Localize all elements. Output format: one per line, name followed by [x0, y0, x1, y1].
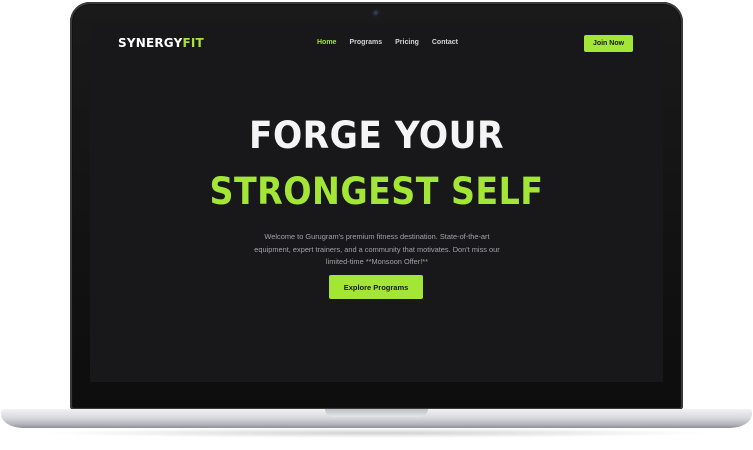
camera-icon — [373, 10, 380, 17]
hero-title-line-1: FORGE YOUR — [248, 114, 505, 157]
nav-contact-link[interactable]: Contact — [432, 39, 458, 46]
hero-description: Welcome to Gurugram's premium fitness de… — [254, 232, 500, 266]
hero-title-line-2: STRONGEST SELF — [209, 170, 544, 213]
join-now-button[interactable]: Join Now — [584, 35, 633, 52]
laptop-opening-notch — [325, 409, 428, 417]
nav-links: Home Programs Pricing Contact — [317, 39, 458, 46]
nav-pricing-link[interactable]: Pricing — [395, 39, 419, 46]
nav-home-link[interactable]: Home — [317, 39, 336, 46]
logo-text-primary: SYNERGY — [118, 36, 183, 50]
site-navbar: SYNERGYFIT Home Programs Pricing Contact… — [90, 24, 663, 64]
laptop-shadow — [40, 428, 713, 438]
laptop-mockup: SYNERGYFIT Home Programs Pricing Contact… — [0, 0, 753, 450]
nav-programs-link[interactable]: Programs — [349, 39, 382, 46]
browser-screen: SYNERGYFIT Home Programs Pricing Contact… — [90, 24, 663, 382]
site-logo[interactable]: SYNERGYFIT — [118, 36, 204, 50]
explore-programs-button[interactable]: Explore Programs — [329, 275, 423, 299]
logo-text-accent: FIT — [182, 36, 204, 50]
